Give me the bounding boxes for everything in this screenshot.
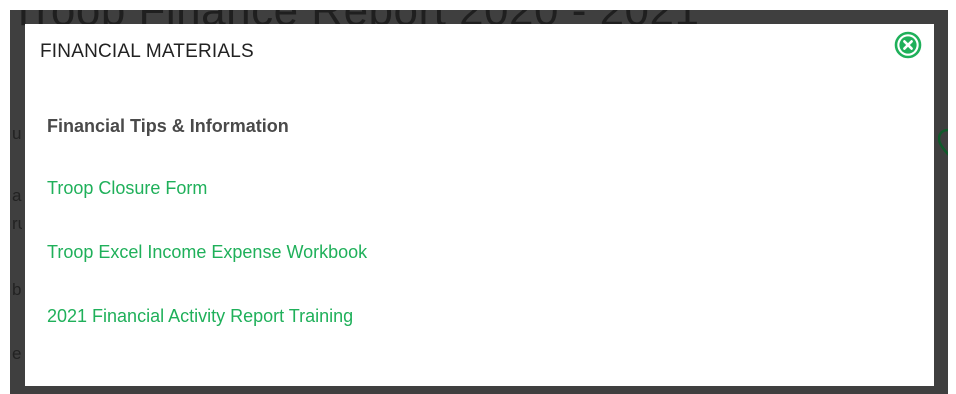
circle-x-icon [894, 31, 922, 59]
financial-activity-report-training-link[interactable]: 2021 Financial Activity Report Training [47, 306, 353, 326]
list-item: 2021 Financial Activity Report Training [47, 304, 914, 330]
close-button[interactable] [894, 31, 922, 59]
list-item: Troop Closure Form [47, 176, 914, 202]
list-item: Troop Excel Income Expense Workbook [47, 240, 914, 266]
background-text-fragment: e [12, 344, 22, 363]
background-pin-icon [938, 128, 948, 156]
background-text-fragment: u [12, 124, 22, 143]
page: Troop Finance Report 2020 - 2021 u a ru … [0, 0, 956, 394]
background-text-fragment: ru [12, 214, 22, 233]
background-text-fragment: a [12, 186, 22, 205]
background-text-fragment: b [12, 280, 22, 299]
financial-materials-modal: FINANCIAL MATERIALS Financial Tips & Inf… [25, 24, 934, 386]
income-expense-workbook-link[interactable]: Troop Excel Income Expense Workbook [47, 242, 367, 262]
modal-title: FINANCIAL MATERIALS [40, 41, 254, 62]
modal-body: Financial Tips & Information Troop Closu… [47, 114, 914, 330]
troop-closure-form-link[interactable]: Troop Closure Form [47, 178, 207, 198]
section-heading: Financial Tips & Information [47, 116, 289, 136]
materials-link-list: Troop Closure Form Troop Excel Income Ex… [47, 176, 914, 330]
